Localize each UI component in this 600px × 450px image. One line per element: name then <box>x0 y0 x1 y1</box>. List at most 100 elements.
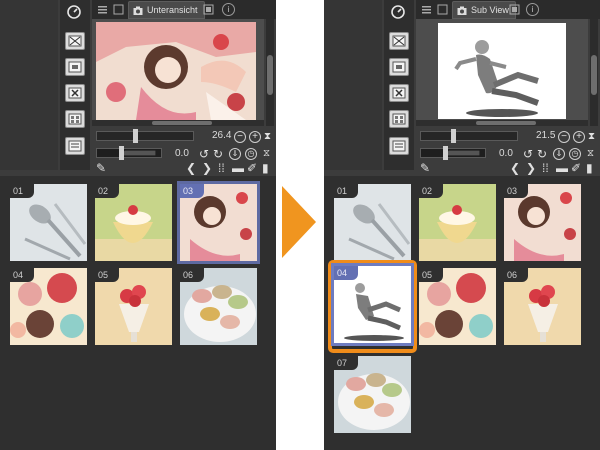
material-tile-selected[interactable]: 03 <box>177 181 260 264</box>
preview-image-girl <box>96 22 256 120</box>
prev-icon[interactable]: ❮ <box>510 162 520 174</box>
tab-menu-icon[interactable] <box>96 3 109 16</box>
tool-button-1[interactable] <box>389 32 409 50</box>
material-tile[interactable]: 01 <box>10 184 87 261</box>
zoom-in-icon[interactable]: + <box>573 131 585 143</box>
eyedropper-icon[interactable]: ✎ <box>420 162 430 174</box>
flip-vertical-icon[interactable]: ⧖ <box>263 148 270 160</box>
rotation-value: 0.0 <box>499 148 513 159</box>
material-tile[interactable]: 07 <box>334 356 411 433</box>
grid-icon[interactable]: ⁞⁞ <box>542 162 549 174</box>
tab-layer-icon[interactable] <box>112 3 125 16</box>
panel-side-strip <box>0 0 58 170</box>
material-tile[interactable]: 06 <box>180 268 257 345</box>
preview-scrollbar-vertical[interactable] <box>590 19 598 126</box>
trash-icon[interactable]: ▮ <box>262 162 269 174</box>
rotation-slider[interactable] <box>420 146 486 160</box>
tab-sub-view[interactable]: Sub View <box>452 1 516 19</box>
camera-icon <box>133 5 143 15</box>
tool-button-4[interactable] <box>65 110 85 128</box>
preview-area[interactable] <box>92 19 264 126</box>
tile-number: 01 <box>10 184 34 198</box>
fit-icon[interactable]: ◷ <box>569 148 581 160</box>
rotate-right-icon[interactable]: ↻ <box>537 148 547 160</box>
material-tile[interactable]: 03 <box>504 184 581 261</box>
tile-number: 04 <box>10 268 34 282</box>
navigator-icon[interactable] <box>65 4 85 22</box>
tile-number: 05 <box>419 268 443 282</box>
preview-scrollbar-vertical[interactable] <box>266 19 274 126</box>
info-icon[interactable]: i <box>526 3 539 16</box>
next-icon[interactable]: ❯ <box>202 162 212 174</box>
folder-icon[interactable]: ▬ <box>556 162 568 174</box>
tool-button-1[interactable] <box>65 32 85 50</box>
tool-button-5[interactable] <box>389 137 409 155</box>
edit-icon[interactable]: ✐ <box>247 162 257 174</box>
reset-icon[interactable]: ⇓ <box>553 148 565 160</box>
zoom-value: 21.5 <box>536 130 556 141</box>
material-tile-selected[interactable]: 04 <box>331 263 414 346</box>
tab-menu-icon[interactable] <box>420 3 433 16</box>
material-tile[interactable]: 01 <box>334 184 411 261</box>
zoom-in-icon[interactable]: + <box>249 131 261 143</box>
eyedropper-icon[interactable]: ✎ <box>96 162 106 174</box>
tab-bar: Sub View i <box>416 0 600 19</box>
flip-icon[interactable]: ⧗ <box>588 131 595 143</box>
rotate-left-icon[interactable]: ↺ <box>199 148 209 160</box>
preview-scrollbar-horizontal[interactable] <box>416 120 588 126</box>
rotation-value: 0.0 <box>175 148 189 159</box>
tile-number: 05 <box>95 268 119 282</box>
next-icon[interactable]: ❯ <box>526 162 536 174</box>
preview-scrollbar-horizontal[interactable] <box>92 120 264 126</box>
prev-icon[interactable]: ❮ <box>186 162 196 174</box>
panel-side-strip <box>324 0 382 170</box>
edit-icon[interactable]: ✐ <box>571 162 581 174</box>
material-tile[interactable]: 06 <box>504 268 581 345</box>
reset-icon[interactable]: ⇓ <box>229 148 241 160</box>
navigator-icon[interactable] <box>389 4 409 22</box>
flip-vertical-icon[interactable]: ⧖ <box>587 148 594 160</box>
rotate-left-icon[interactable]: ↺ <box>523 148 533 160</box>
zoom-out-icon[interactable]: − <box>234 131 246 143</box>
flip-icon[interactable]: ⧗ <box>264 131 271 143</box>
material-tile[interactable]: 04 <box>10 268 87 345</box>
material-tile[interactable]: 05 <box>95 268 172 345</box>
tool-button-2[interactable] <box>65 58 85 76</box>
tab-extra-icon[interactable] <box>508 3 521 16</box>
tile-number: 06 <box>180 268 204 282</box>
tab-extra-icon[interactable] <box>202 3 215 16</box>
tab-label: Unteransicht <box>147 5 198 15</box>
tab-layer-icon[interactable] <box>436 3 449 16</box>
tile-number: 02 <box>95 184 119 198</box>
tool-button-5[interactable] <box>65 137 85 155</box>
grid-icon[interactable]: ⁞⁞ <box>218 162 225 174</box>
tool-button-4[interactable] <box>389 110 409 128</box>
tile-number: 04 <box>334 266 358 280</box>
zoom-slider[interactable] <box>420 129 518 143</box>
folder-icon[interactable]: ▬ <box>232 162 244 174</box>
preview-area[interactable] <box>416 19 588 126</box>
tool-column <box>384 0 414 170</box>
rotation-slider[interactable] <box>96 146 162 160</box>
trash-icon[interactable]: ▮ <box>586 162 593 174</box>
fit-icon[interactable]: ◷ <box>245 148 257 160</box>
zoom-slider[interactable] <box>96 129 194 143</box>
tool-button-3[interactable] <box>65 84 85 102</box>
tile-number: 01 <box>334 184 358 198</box>
tab-bar: Unteransicht i <box>92 0 276 19</box>
tab-sub-view[interactable]: Unteransicht <box>128 1 205 19</box>
info-icon[interactable]: i <box>222 3 235 16</box>
sub-view-panel-left: Unteransicht i 26.4 − + ⧗ 0.0 ↺ ↻ ⇓ ◷ ⧖ … <box>0 0 276 450</box>
material-grid: 01 02 03 04 05 06 <box>0 176 276 450</box>
material-tile[interactable]: 05 <box>419 268 496 345</box>
zoom-value: 26.4 <box>212 130 232 141</box>
rotate-right-icon[interactable]: ↻ <box>213 148 223 160</box>
material-tile[interactable]: 02 <box>95 184 172 261</box>
tile-number: 03 <box>504 184 528 198</box>
camera-icon <box>457 5 467 15</box>
tool-button-3[interactable] <box>389 84 409 102</box>
zoom-out-icon[interactable]: − <box>558 131 570 143</box>
material-tile[interactable]: 02 <box>419 184 496 261</box>
tile-number: 02 <box>419 184 443 198</box>
tool-button-2[interactable] <box>389 58 409 76</box>
